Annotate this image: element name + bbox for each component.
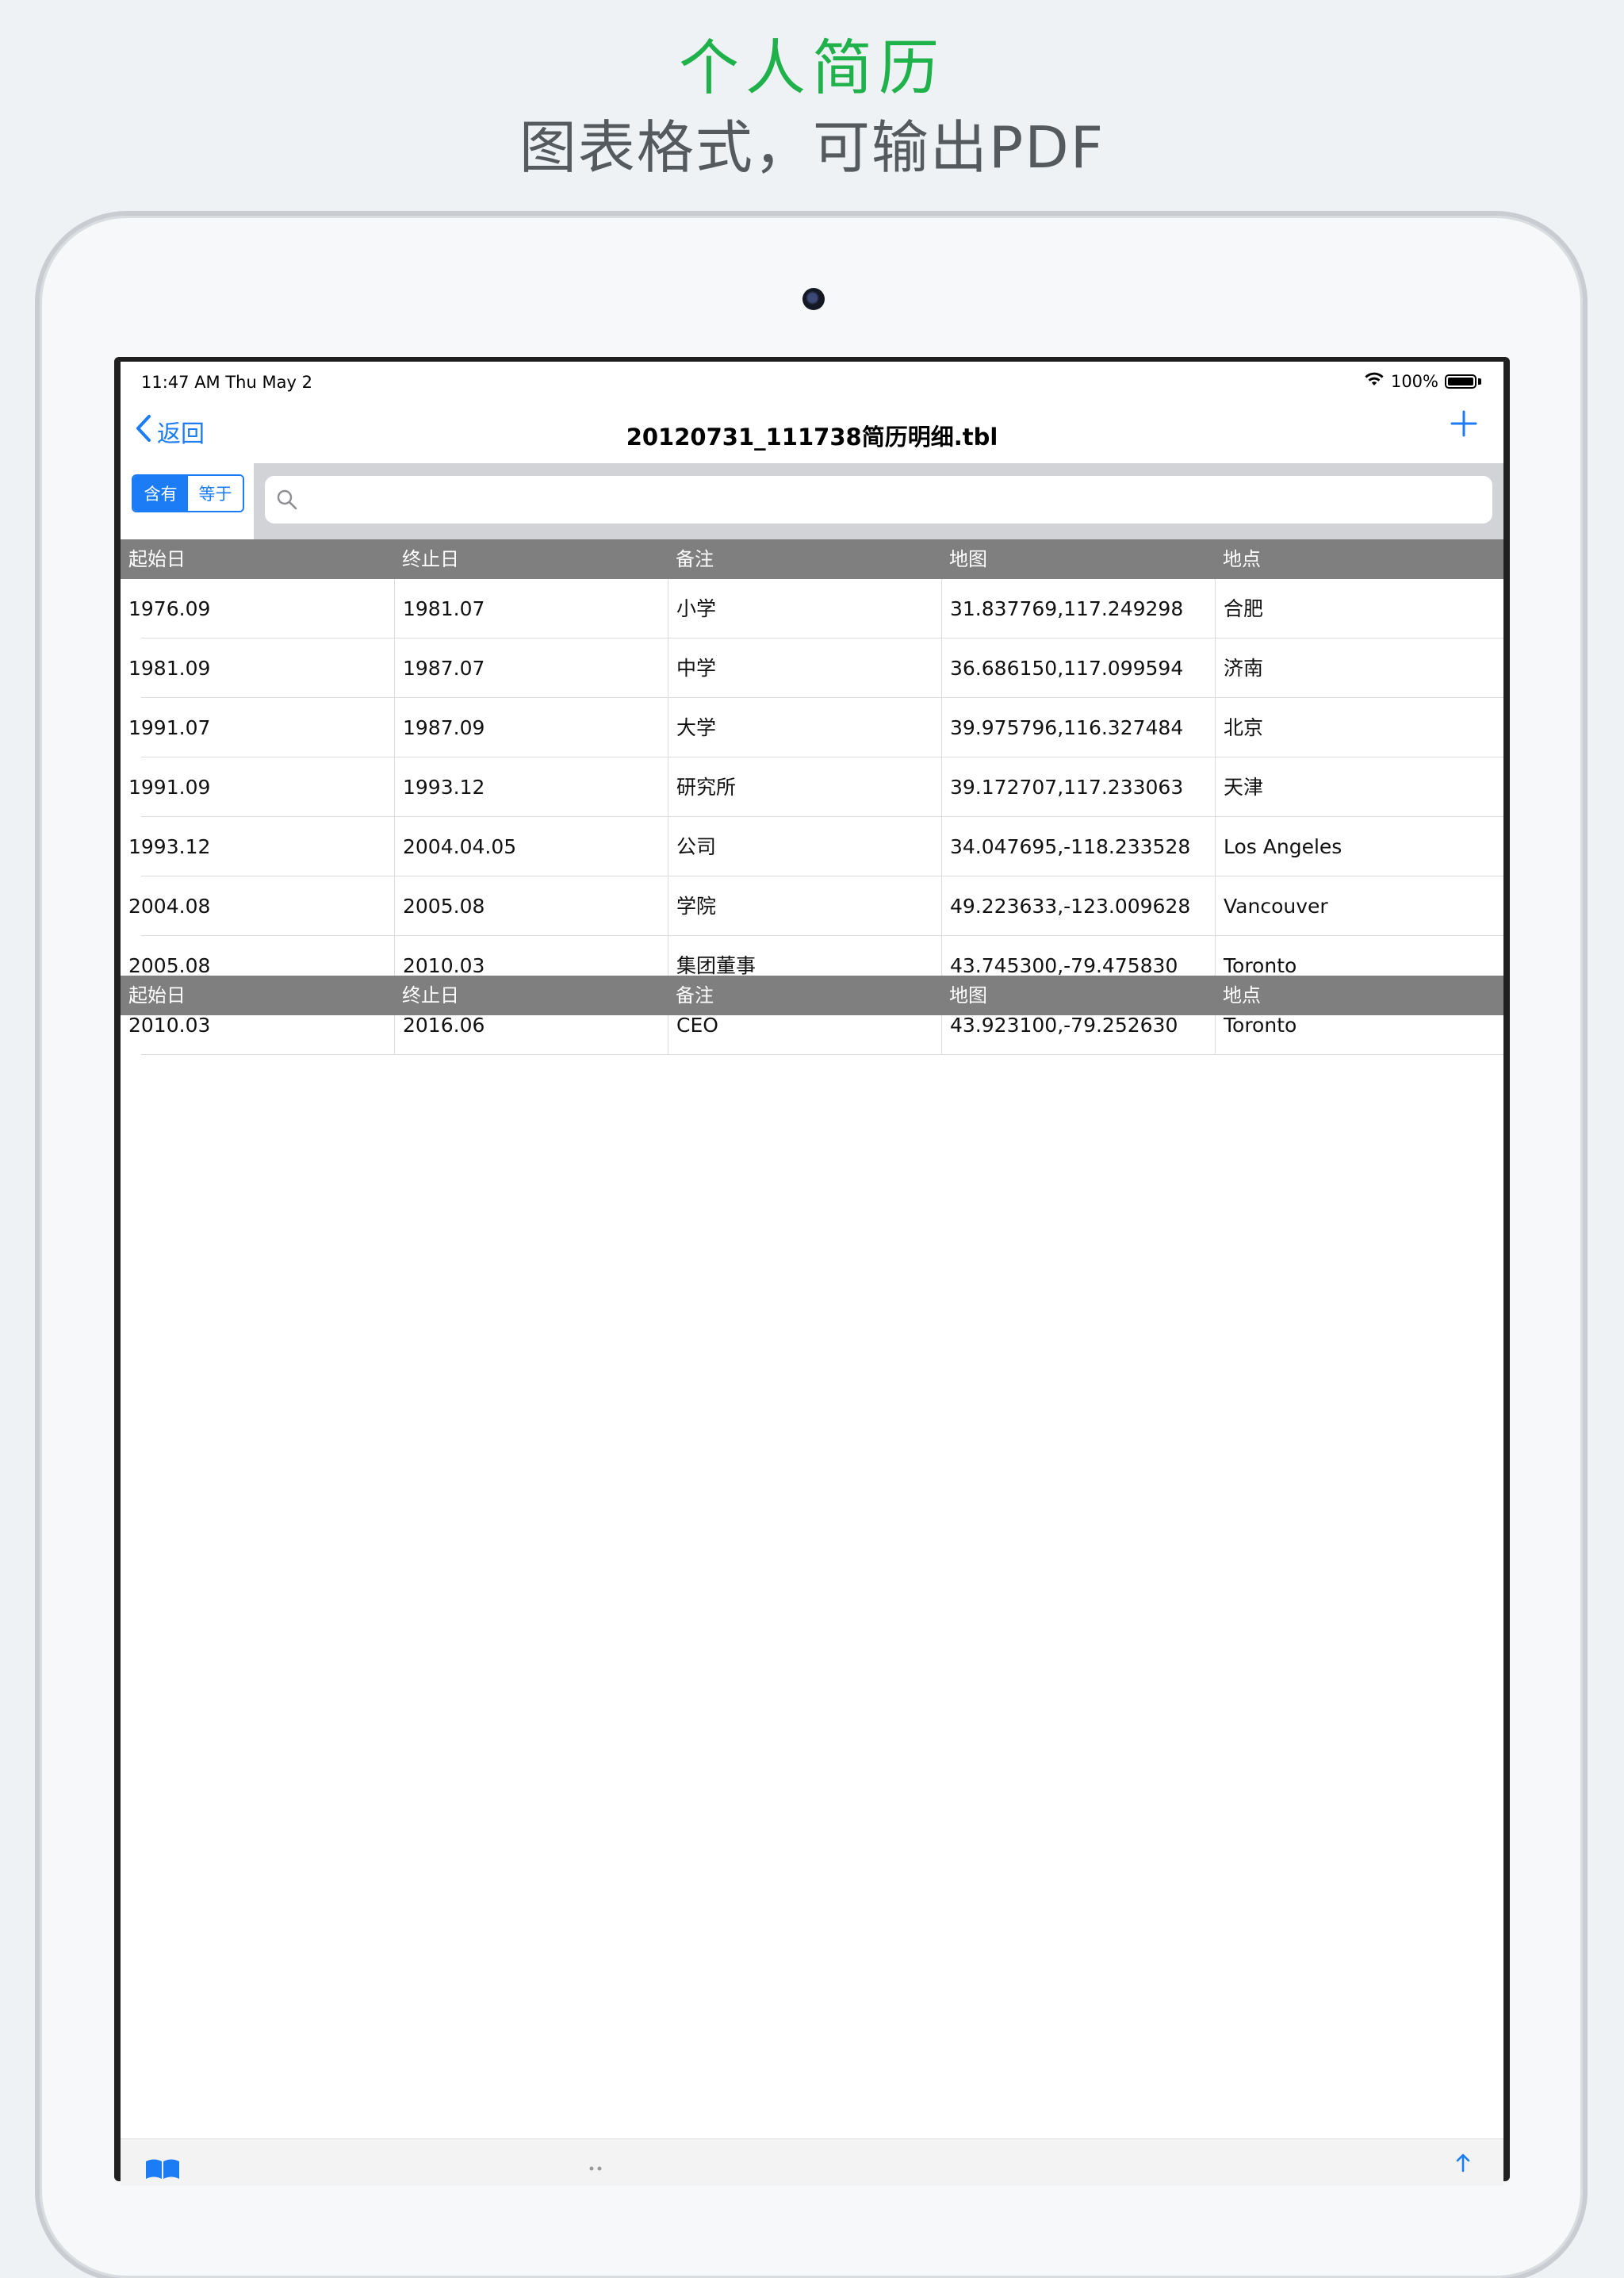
table-header: 起始日 终止日 备注 地图 地点: [121, 539, 1503, 579]
status-right: 100%: [1364, 371, 1481, 391]
table-row[interactable]: 2004.08 2005.08 学院 49.223633,-123.009628…: [121, 876, 1503, 936]
table-row[interactable]: 1981.09 1987.07 中学 36.686150,117.099594 …: [121, 639, 1503, 698]
cell-start-date: 1991.09: [128, 776, 211, 799]
cell-location: Vancouver: [1215, 876, 1503, 936]
footer-end-date: 终止日: [402, 984, 459, 1007]
cell-location: Los Angeles: [1215, 817, 1503, 876]
cell-location: 济南: [1215, 639, 1503, 698]
bottom-toolbar: [121, 2138, 1503, 2186]
cell-end-date: 1981.07: [394, 579, 668, 639]
device-screen: 11:47 AM Thu May 2 100% 返回 20120731_1117…: [114, 357, 1510, 2186]
cell-map: 31.837769,117.249298: [941, 579, 1215, 639]
table-row[interactable]: 1991.07 1987.09 大学 39.975796,116.327484 …: [121, 698, 1503, 757]
search-bar: 含有 等于: [121, 463, 1503, 539]
plus-icon: [1450, 410, 1478, 441]
cell-start-date: 1993.12: [128, 835, 211, 858]
page-title: 20120731_111738简历明细.tbl: [626, 424, 998, 451]
cell-map: 39.172707,117.233063: [941, 757, 1215, 817]
more-icon[interactable]: [588, 2160, 604, 2175]
footer-map: 地图: [949, 984, 987, 1007]
promo-subtitle: 图表格式，可输出PDF: [519, 114, 1105, 181]
battery-percent: 100%: [1390, 371, 1438, 391]
cell-end-date: 2004.04.05: [394, 817, 668, 876]
cell-note: 中学: [668, 639, 941, 698]
cell-start-date: 1981.09: [128, 657, 211, 680]
column-header-note[interactable]: 备注: [668, 539, 941, 579]
column-header-location[interactable]: 地点: [1215, 539, 1503, 579]
cell-start-date: 1991.07: [128, 716, 211, 739]
book-icon[interactable]: [144, 2157, 181, 2184]
search-input[interactable]: [308, 476, 1484, 525]
footer-start-date: 起始日: [128, 984, 186, 1007]
column-header-map[interactable]: 地图: [941, 539, 1215, 579]
cell-end-date: 1987.07: [394, 639, 668, 698]
column-header-start-date[interactable]: 起始日: [121, 539, 394, 579]
wifi-icon: [1364, 371, 1385, 391]
table-row[interactable]: 1976.09 1981.07 小学 31.837769,117.249298 …: [121, 579, 1503, 639]
cell-start-date: 1976.09: [128, 597, 211, 620]
footer-location: 地点: [1223, 984, 1261, 1007]
cell-note: 学院: [668, 876, 941, 936]
battery-icon: [1445, 374, 1477, 389]
camera-icon: [802, 288, 825, 310]
share-icon[interactable]: [1453, 2153, 1473, 2184]
segment-equals[interactable]: 等于: [188, 476, 243, 511]
cell-start-date: 2004.08: [128, 895, 211, 918]
segment-container: 含有 等于: [121, 463, 254, 539]
search-icon: [276, 489, 298, 514]
cell-location: 北京: [1215, 698, 1503, 757]
segment-contains[interactable]: 含有: [133, 476, 188, 511]
table-row[interactable]: 1991.09 1993.12 研究所 39.172707,117.233063…: [121, 757, 1503, 817]
search-field: [265, 476, 1492, 525]
cell-note: 大学: [668, 698, 941, 757]
cell-location: 天津: [1215, 757, 1503, 817]
match-mode-segmented-control: 含有 等于: [132, 474, 244, 512]
cell-location: 合肥: [1215, 579, 1503, 639]
add-button[interactable]: [1450, 409, 1478, 441]
footer-note: 备注: [676, 984, 714, 1007]
cell-note: 小学: [668, 579, 941, 639]
cell-map: 34.047695,-118.233528: [941, 817, 1215, 876]
cell-note: 公司: [668, 817, 941, 876]
cell-note: 研究所: [668, 757, 941, 817]
column-header-end-date[interactable]: 终止日: [394, 539, 668, 579]
cell-end-date: 2005.08: [394, 876, 668, 936]
cell-map: 49.223633,-123.009628: [941, 876, 1215, 936]
table-footer: 起始日 终止日 备注 地图 地点: [121, 976, 1503, 1015]
battery-nub: [1478, 378, 1481, 385]
app-window: 11:47 AM Thu May 2 100% 返回 20120731_1117…: [121, 362, 1503, 2186]
cell-end-date: 1987.09: [394, 698, 668, 757]
promo-title: 个人简历: [679, 33, 945, 103]
cell-map: 39.975796,116.327484: [941, 698, 1215, 757]
cell-end-date: 1993.12: [394, 757, 668, 817]
table-row[interactable]: 1993.12 2004.04.05 公司 34.047695,-118.233…: [121, 817, 1503, 876]
status-time: 11:47 AM Thu May 2: [141, 373, 312, 392]
cell-map: 36.686150,117.099594: [941, 639, 1215, 698]
